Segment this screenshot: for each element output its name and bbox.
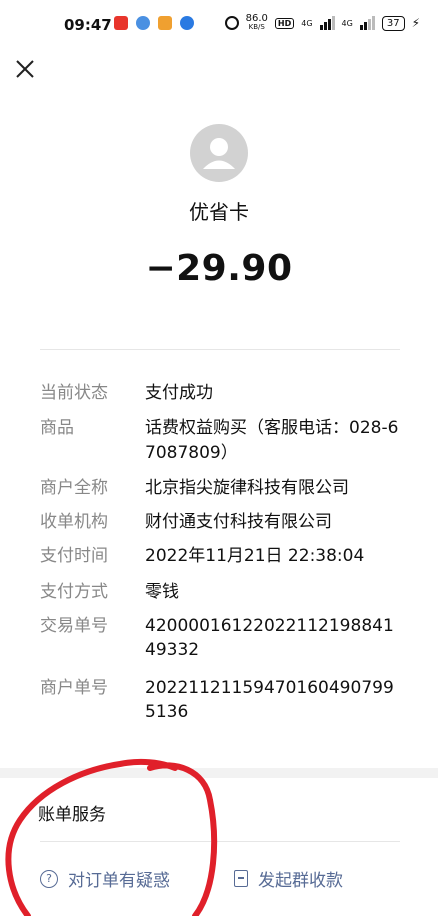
status-indicators: 86.0 KB/S HD 4G 4G 37 ⚡ [224, 14, 420, 32]
detail-row-transaction-id: 交易单号 4200001612202211219884149332 [40, 614, 400, 662]
signal-4g-label-2: 4G [341, 18, 353, 28]
receipt-icon [234, 870, 248, 887]
detail-row-merchant-order-id: 商户单号 202211211594701604907995136 [40, 676, 400, 724]
detail-value[interactable]: 4200001612202211219884149332 [145, 614, 400, 662]
status-bar: 09:47 86.0 KB/S HD 4G 4G 37 ⚡ [0, 0, 438, 52]
order-question-label: 对订单有疑惑 [68, 871, 170, 891]
detail-row-merchant: 商户全称 北京指尖旋律科技有限公司 [40, 476, 400, 500]
detail-label: 当前状态 [40, 383, 108, 403]
payment-amount: −29.90 [145, 248, 293, 289]
network-speed: 86.0 KB/S [246, 14, 268, 32]
signal-icon [319, 16, 335, 30]
status-time: 09:47 [64, 16, 112, 34]
merchant-name: 优省卡 [189, 200, 249, 224]
divider [40, 349, 400, 350]
close-button[interactable] [12, 56, 38, 82]
detail-value: 支付成功 [145, 383, 213, 403]
detail-value: 2022年11月21日 22:38:04 [145, 546, 365, 566]
section-separator [0, 768, 438, 778]
notification-icons [114, 16, 194, 30]
bill-service-title: 账单服务 [38, 805, 106, 825]
close-icon [16, 60, 34, 78]
network-speed-value: 86.0 [245, 13, 268, 24]
detail-row-pay-time: 支付时间 2022年11月21日 22:38:04 [40, 544, 400, 568]
app-notification-icon [136, 16, 150, 30]
signal-icon [359, 16, 375, 30]
divider [40, 841, 400, 842]
detail-value: 北京指尖旋律科技有限公司 [145, 478, 349, 498]
detail-row-acquirer: 收单机构 财付通支付科技有限公司 [40, 510, 400, 534]
detail-label: 支付方式 [40, 582, 108, 602]
detail-label: 商户全称 [40, 478, 108, 498]
battery-indicator: 37 [381, 15, 405, 31]
alarm-icon [224, 16, 239, 30]
question-circle-icon: ? [40, 869, 58, 888]
detail-label: 商品 [40, 418, 74, 438]
detail-row-product: 商品 话费权益购买（客服电话：028-67087809） [40, 416, 400, 466]
user-avatar-icon [203, 138, 235, 169]
detail-label: 收单机构 [40, 512, 108, 532]
merchant-avatar [190, 124, 248, 182]
detail-value: 财付通支付科技有限公司 [145, 512, 332, 532]
network-speed-unit: KB/S [248, 23, 265, 31]
detail-label: 商户单号 [40, 678, 108, 698]
detail-value[interactable]: 202211211594701604907995136 [145, 676, 400, 724]
app-notification-icon [158, 16, 172, 30]
detail-row-status: 当前状态 支付成功 [40, 381, 400, 405]
order-question-button[interactable]: ? 对订单有疑惑 [40, 866, 170, 891]
detail-row-pay-method: 支付方式 零钱 [40, 580, 400, 604]
detail-value: 话费权益购买（客服电话：028-67087809） [145, 418, 399, 463]
detail-value: 零钱 [145, 582, 179, 602]
charging-icon: ⚡ [411, 16, 420, 30]
group-collect-button[interactable]: 发起群收款 [234, 866, 343, 891]
app-notification-icon [180, 16, 194, 30]
detail-label: 支付时间 [40, 546, 108, 566]
hd-badge: HD [274, 17, 295, 29]
signal-4g-label: 4G [301, 18, 313, 28]
app-notification-icon [114, 16, 128, 30]
detail-label: 交易单号 [40, 616, 108, 636]
group-collect-label: 发起群收款 [258, 871, 343, 891]
